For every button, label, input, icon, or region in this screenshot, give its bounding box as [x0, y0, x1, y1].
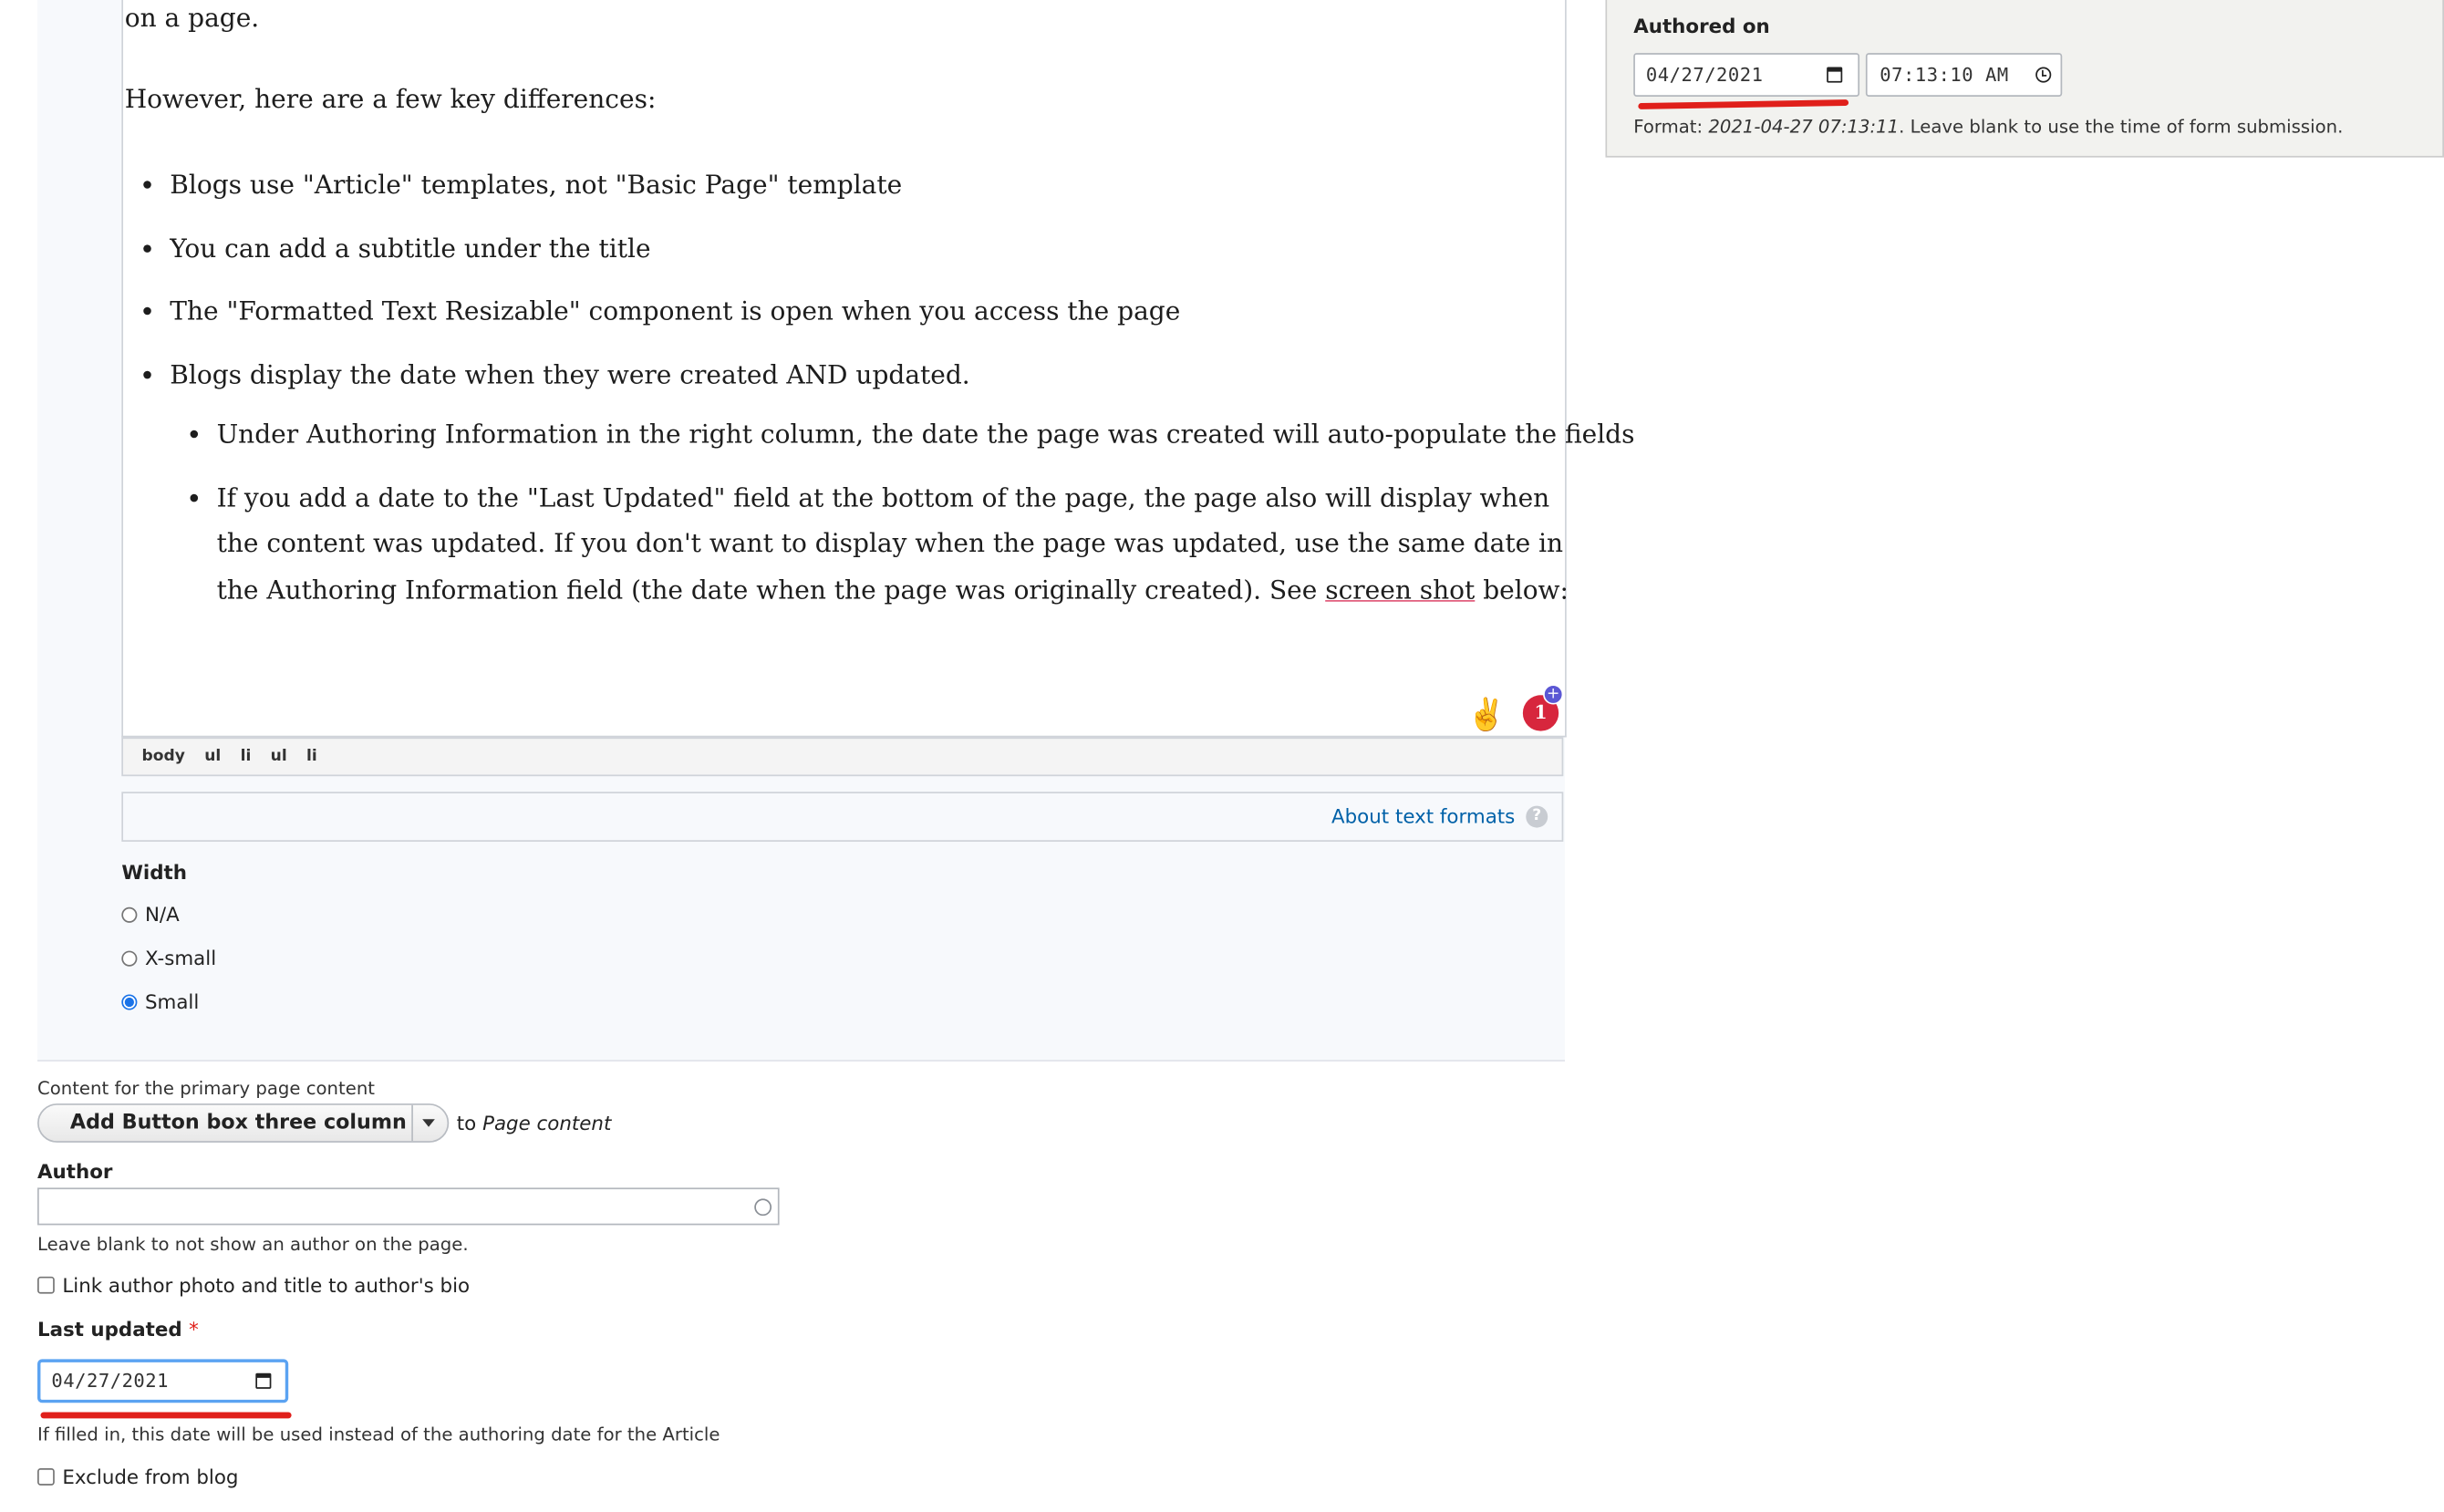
radio-button[interactable]: [121, 906, 138, 922]
annotation-underline: [40, 1412, 292, 1419]
add-button-box-split-button[interactable]: Add Button box three column: [37, 1103, 450, 1143]
path-segment[interactable]: ul: [204, 748, 221, 765]
editor-bullet-list: Blogs use "Article" templates, not "Basi…: [142, 162, 1573, 416]
calendar-icon[interactable]: [1827, 67, 1843, 83]
editor-sub-bullet-list: Under Authoring Information in the right…: [189, 411, 1635, 612]
path-segment[interactable]: ul: [271, 748, 287, 765]
checkbox[interactable]: [37, 1468, 55, 1486]
help-icon[interactable]: ?: [1526, 805, 1548, 828]
authored-on-time-input[interactable]: 07:13:10 AM: [1865, 53, 2063, 97]
split-divider: [411, 1104, 413, 1142]
editor-intro-paragraph: However, here are a few key differences:: [124, 84, 657, 114]
author-input[interactable]: [37, 1187, 780, 1226]
plus-icon[interactable]: +: [1543, 684, 1564, 705]
text-format-bar: About text formats ?: [121, 792, 1564, 842]
exclude-from-blog-checkbox[interactable]: Exclude from blog: [37, 1465, 239, 1488]
path-segment[interactable]: body: [142, 748, 185, 765]
radio-button-selected[interactable]: [121, 993, 138, 1010]
primary-content-caption: Content for the primary page content: [37, 1077, 376, 1099]
add-button-box-button[interactable]: Add Button box three column: [70, 1112, 407, 1135]
list-item: Blogs use "Article" templates, not "Basi…: [170, 162, 1572, 225]
list-item: You can add a subtitle under the title: [170, 225, 1572, 288]
spellcheck-flagged-text: screen shot: [1325, 574, 1476, 605]
chevron-down-icon[interactable]: [422, 1119, 435, 1127]
clock-icon[interactable]: [2035, 67, 2052, 83]
radio-button[interactable]: [121, 949, 138, 966]
width-option-x-small[interactable]: X-small: [121, 946, 216, 969]
required-marker: *: [189, 1317, 199, 1341]
victory-hand-icon[interactable]: ✌: [1466, 697, 1506, 731]
checkbox[interactable]: [37, 1276, 55, 1294]
path-segment[interactable]: li: [306, 748, 317, 765]
authored-on-label: Authored on: [1633, 14, 1770, 38]
last-updated-help-text: If filled in, this date will be used ins…: [37, 1423, 720, 1445]
list-item: Under Authoring Information in the right…: [217, 411, 1635, 475]
authored-on-format-help: Format: 2021-04-27 07:13:11. Leave blank…: [1633, 115, 2344, 138]
link-author-bio-checkbox[interactable]: Link author photo and title to author's …: [37, 1273, 470, 1297]
last-updated-label: Last updated *: [37, 1317, 199, 1341]
list-item: Blogs display the date when they were cr…: [170, 352, 1572, 415]
about-text-formats-link[interactable]: About text formats: [1331, 804, 1515, 828]
add-target-text: to Page content: [456, 1111, 612, 1135]
list-item: If you add a date to the "Last Updated" …: [217, 475, 1573, 612]
authored-on-date-input[interactable]: 04/27/2021: [1633, 53, 1860, 97]
editor-text-line: on a page.: [124, 3, 260, 33]
width-option-small[interactable]: Small: [121, 989, 199, 1013]
path-segment[interactable]: li: [241, 748, 252, 765]
element-path-bar: body ul li ul li: [121, 737, 1564, 777]
list-item: The "Formatted Text Resizable" component…: [170, 289, 1572, 352]
autocomplete-throbber-icon: [754, 1198, 772, 1217]
last-updated-date-input[interactable]: 04/27/2021: [37, 1359, 289, 1403]
width-label: Width: [121, 860, 187, 885]
calendar-icon[interactable]: [255, 1372, 272, 1389]
rich-text-editor[interactable]: on a page. However, here are a few key d…: [121, 0, 1635, 738]
author-help-text: Leave blank to not show an author on the…: [37, 1232, 469, 1255]
author-label: Author: [37, 1159, 113, 1184]
width-option-na[interactable]: N/A: [121, 903, 180, 926]
